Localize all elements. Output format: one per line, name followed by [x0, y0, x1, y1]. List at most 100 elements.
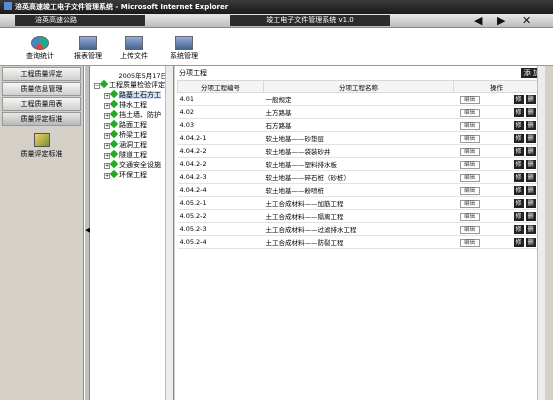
edit-field[interactable]: 编辑	[459, 186, 480, 195]
modify-button[interactable]: 修	[513, 198, 524, 208]
nav-quality-forms[interactable]: 工程质量用表	[2, 97, 81, 111]
upload-icon	[125, 36, 143, 50]
back-arrow-icon[interactable]: ◀	[474, 14, 482, 28]
folder-icon	[109, 120, 119, 129]
tree-item[interactable]: + 环保工程	[90, 170, 173, 180]
edit-field[interactable]: 编辑	[459, 173, 480, 182]
edit-field[interactable]: 编辑	[459, 160, 480, 169]
nav-quality-standards[interactable]: 质量评定标准	[2, 112, 81, 126]
road-label: 涪英高速公路	[15, 15, 145, 26]
modify-button[interactable]: 修	[513, 211, 524, 221]
row-actions: 编辑 修 删	[453, 92, 540, 106]
table-row[interactable]: 4.02 土方路基 编辑 修 删	[177, 105, 540, 119]
item-code: 4.05.2-4	[177, 235, 264, 249]
modify-button[interactable]: 修	[513, 185, 524, 195]
main-panel: 分项工程 添 加 分项工程编号 分项工程名称 操作 4.01 一般规定 编辑修 删4…	[175, 66, 545, 400]
main-scrollbar[interactable]	[537, 66, 545, 400]
tree-item[interactable]: + 交通安全设施	[90, 160, 173, 170]
delete-button[interactable]: 删	[525, 211, 536, 221]
tree-item[interactable]: + 挡土墙、防护	[90, 110, 173, 120]
delete-button[interactable]: 删	[525, 107, 536, 117]
edit-field[interactable]: 编辑	[459, 238, 480, 247]
page-title: 分项工程	[179, 69, 207, 77]
modify-button[interactable]: 修	[513, 146, 524, 156]
table-row[interactable]: 4.04.2-2 软土地基——袋装砂井 编辑 修 删	[177, 144, 540, 158]
item-code: 4.04.2-4	[177, 183, 264, 197]
item-code: 4.04.2-2	[177, 144, 264, 158]
app-header: 涪英高速公路 竣工电子文件管理系统 v1.0 ◀ ▶ ✕	[0, 14, 553, 28]
delete-button[interactable]: 删	[525, 120, 536, 130]
edit-field[interactable]: 编辑	[459, 212, 480, 221]
delete-button[interactable]: 删	[525, 146, 536, 156]
table-row[interactable]: 4.05.2-3 土工合成材料——过滤排水工程 编辑 修 删	[177, 222, 540, 236]
upload-file-button[interactable]: 上传文件	[114, 36, 154, 62]
delete-button[interactable]: 删	[525, 198, 536, 208]
modify-button[interactable]: 修	[513, 107, 524, 117]
modify-button[interactable]: 修	[513, 224, 524, 234]
delete-button[interactable]: 删	[525, 185, 536, 195]
delete-button[interactable]: 删	[525, 94, 536, 104]
item-name: 软土地基——砂垫层	[263, 131, 454, 145]
modify-button[interactable]: 修	[513, 237, 524, 247]
report-manage-button[interactable]: 报表管理	[68, 36, 108, 62]
modify-button[interactable]: 修	[513, 94, 524, 104]
close-icon[interactable]: ✕	[522, 14, 531, 28]
row-actions: 编辑 修 删	[453, 144, 540, 158]
forward-arrow-icon[interactable]: ▶	[497, 14, 505, 28]
table-row[interactable]: 4.04.2-3 软土地基——碎石桩（砂桩） 编辑 修 删	[177, 170, 540, 184]
delete-button[interactable]: 删	[525, 133, 536, 143]
tree-item[interactable]: + 涵洞工程	[90, 140, 173, 150]
row-actions: 编辑 修 删	[453, 222, 540, 236]
row-actions: 编辑 修 删	[453, 105, 540, 119]
modify-button[interactable]: 修	[513, 172, 524, 182]
modify-button[interactable]: 修	[513, 133, 524, 143]
table-row[interactable]: 4.04.2-2 软土地基——塑料排水板 编辑 修 删	[177, 157, 540, 171]
column-header: 操作	[453, 80, 540, 93]
table-row[interactable]: 4.05.2-4 土工合成材料——防裂工程 编辑 修 删	[177, 235, 540, 249]
tree-item[interactable]: + 路基土石方工	[90, 90, 173, 100]
nav-quality-assessment[interactable]: 工程质量评定	[2, 67, 81, 81]
table-row[interactable]: 4.01 一般规定 编辑 修 删	[177, 92, 540, 106]
tree-scrollbar[interactable]	[165, 66, 173, 400]
edit-field[interactable]: 编辑	[459, 121, 480, 130]
item-code: 4.05.2-2	[177, 209, 264, 223]
tree-item[interactable]: + 路面工程	[90, 120, 173, 130]
item-name: 土工合成材料——防裂工程	[263, 235, 454, 249]
sub-panel[interactable]: 质量评定标准	[0, 127, 83, 159]
modify-button[interactable]: 修	[513, 159, 524, 169]
table-row[interactable]: 4.03 石方路基 编辑 修 删	[177, 118, 540, 132]
modify-button[interactable]: 修	[513, 120, 524, 130]
item-name: 软土地基——粉喷桩	[263, 183, 454, 197]
table-row[interactable]: 4.05.2-2 土工合成材料——隔离工程 编辑 修 删	[177, 209, 540, 223]
tree-item[interactable]: + 排水工程	[90, 100, 173, 110]
tree-item[interactable]: + 桥梁工程	[90, 130, 173, 140]
delete-button[interactable]: 删	[525, 224, 536, 234]
row-actions: 编辑 修 删	[453, 118, 540, 132]
row-actions: 编辑 修 删	[453, 183, 540, 197]
edit-field[interactable]: 编辑	[459, 95, 480, 104]
edit-field[interactable]: 编辑	[459, 199, 480, 208]
table-row[interactable]: 4.05.2-1 土工合成材料——加筋工程 编辑 修 删	[177, 196, 540, 210]
delete-button[interactable]: 删	[525, 159, 536, 169]
folder-icon	[109, 160, 119, 169]
delete-button[interactable]: 删	[525, 237, 536, 247]
delete-button[interactable]: 删	[525, 172, 536, 182]
system-title: 竣工电子文件管理系统 v1.0	[230, 15, 390, 26]
nav-quality-info[interactable]: 质量信息管理	[2, 82, 81, 96]
tree-root[interactable]: − 工程质量检验评定	[90, 80, 173, 90]
report-icon	[79, 36, 97, 50]
query-stats-button[interactable]: 查询统计	[20, 36, 60, 62]
edit-field[interactable]: 编辑	[459, 225, 480, 234]
row-actions: 编辑 修 删	[453, 235, 540, 249]
edit-field[interactable]: 编辑	[459, 134, 480, 143]
table-row[interactable]: 4.04.2-4 软土地基——粉喷桩 编辑 修 删	[177, 183, 540, 197]
edit-field[interactable]: 编辑	[459, 108, 480, 117]
row-actions: 编辑 修 删	[453, 170, 540, 184]
toolbar: 查询统计 报表管理 上传文件 系统管理	[0, 28, 553, 66]
edit-field[interactable]: 编辑	[459, 147, 480, 156]
system-manage-button[interactable]: 系统管理	[164, 36, 204, 62]
table-row[interactable]: 4.04.2-1 软土地基——砂垫层 编辑 修 删	[177, 131, 540, 145]
tree-item[interactable]: + 隧道工程	[90, 150, 173, 160]
item-name: 软土地基——袋装砂井	[263, 144, 454, 158]
table-header-row: 分项工程编号 分项工程名称 操作	[177, 80, 540, 93]
